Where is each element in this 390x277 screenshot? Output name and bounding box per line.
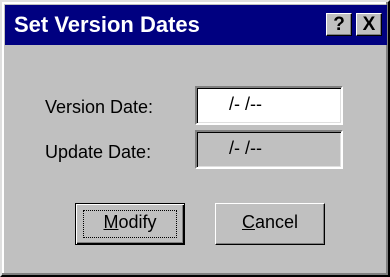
modify-button-label: Modify bbox=[103, 212, 156, 232]
title-bar[interactable]: Set Version Dates ? X bbox=[5, 5, 387, 45]
version-date-input[interactable]: /- /-- bbox=[195, 86, 343, 125]
cancel-button-label: Cancel bbox=[242, 212, 298, 232]
version-date-label: Version Date: bbox=[45, 97, 154, 117]
window-title: Set Version Dates bbox=[14, 12, 200, 37]
modify-mnemonic: M bbox=[103, 212, 119, 232]
update-date-field: /- /-- bbox=[195, 130, 343, 169]
cancel-button[interactable]: Cancel bbox=[215, 203, 325, 245]
set-version-dates-dialog: Set Version Dates ? X Version Date: /- /… bbox=[0, 0, 390, 277]
help-icon: ? bbox=[333, 14, 345, 35]
modify-button[interactable]: Modify bbox=[75, 203, 185, 245]
help-button[interactable]: ? bbox=[326, 13, 352, 36]
close-icon: X bbox=[362, 14, 376, 35]
cancel-label-rest: ancel bbox=[254, 212, 299, 232]
close-button[interactable]: X bbox=[356, 13, 382, 36]
modify-label-rest: odify bbox=[118, 212, 157, 232]
update-date-label: Update Date: bbox=[45, 142, 152, 162]
cancel-mnemonic: C bbox=[241, 212, 255, 232]
